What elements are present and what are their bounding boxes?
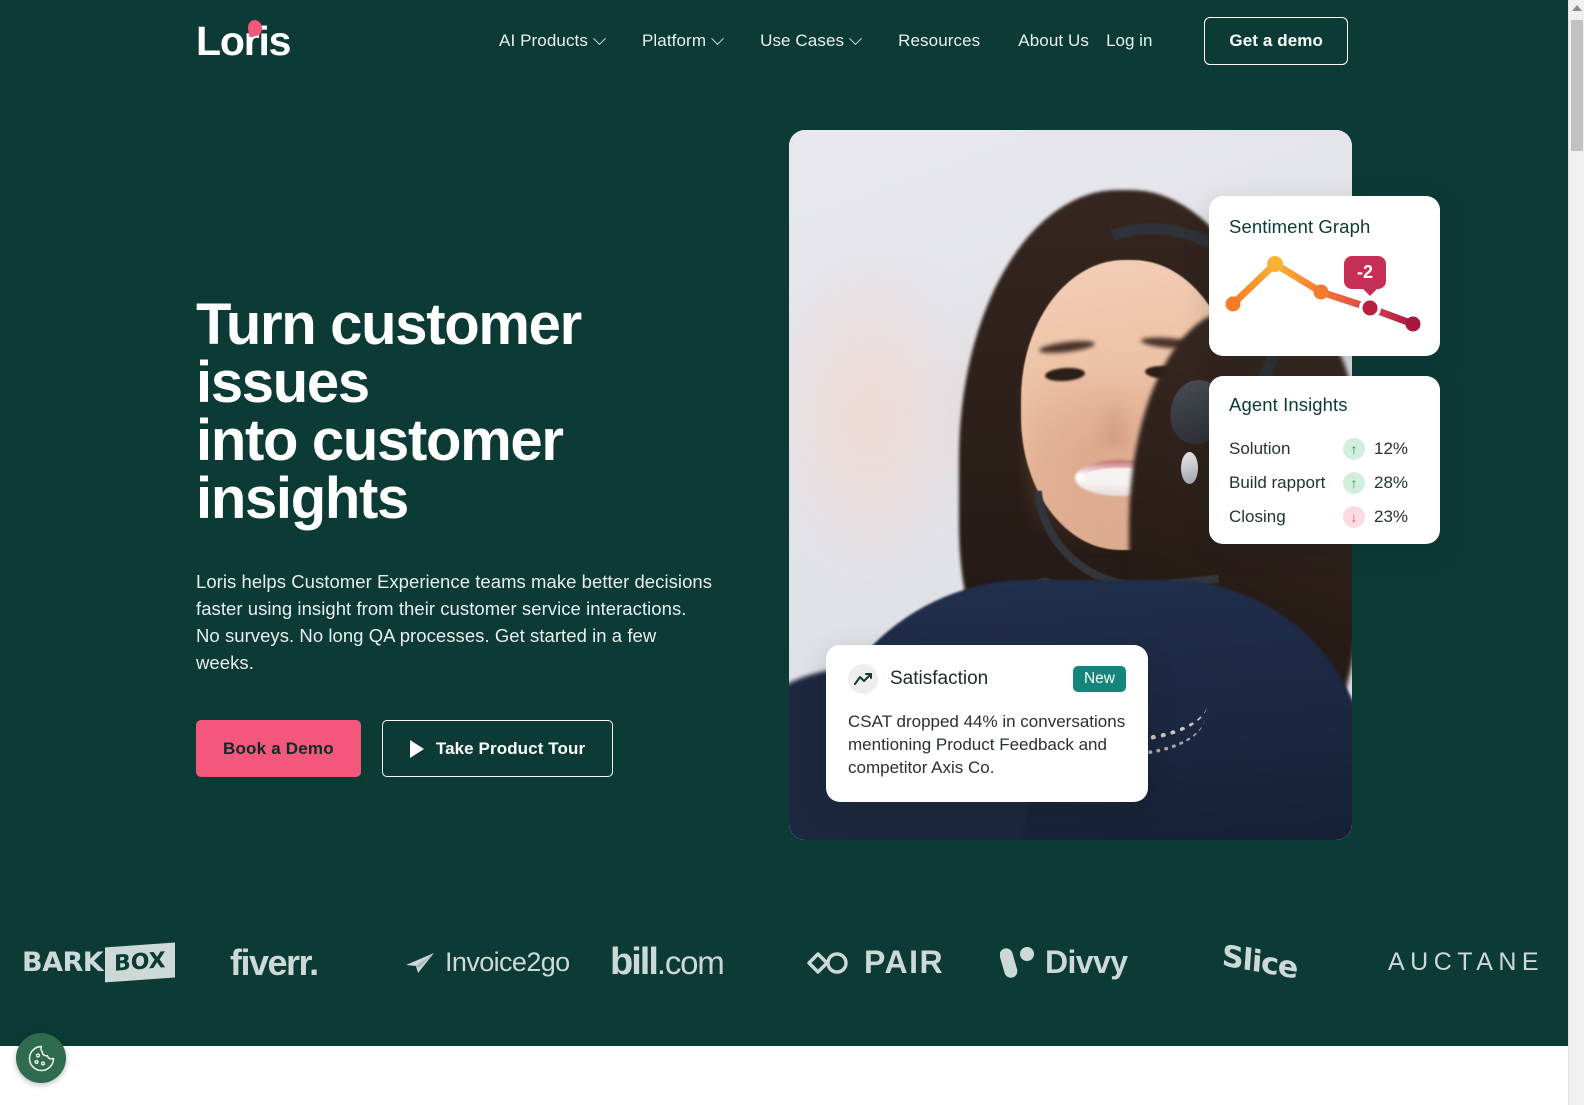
logo-billcom: bill .com bbox=[610, 915, 725, 1010]
satisfaction-card: Satisfaction New CSAT dropped 44% in con… bbox=[826, 645, 1148, 802]
customer-logo-strip: BARK BOX fiverr. Invoice2go bill .com PA… bbox=[0, 915, 1568, 1010]
nav-item-use-cases[interactable]: Use Cases bbox=[760, 31, 862, 51]
hero-title-line-1: Turn customer issues bbox=[196, 292, 582, 415]
logo-fiverr: fiverr. bbox=[230, 915, 319, 1010]
hero-section: Loris AI Products Platform Use Cases Res bbox=[0, 0, 1568, 1046]
sentiment-sparkline-chart bbox=[1225, 256, 1421, 332]
hero-subtitle-line-3: No surveys. No long QA processes. Get st… bbox=[196, 625, 657, 673]
chevron-down-icon bbox=[593, 31, 606, 45]
nav-item-about-us[interactable]: About Us bbox=[1018, 31, 1089, 51]
arrow-down-icon: ↓ bbox=[1343, 506, 1365, 528]
hero-title-line-3: insights bbox=[196, 466, 409, 531]
logo-auctane-text: AUCTANE bbox=[1388, 948, 1545, 976]
satisfaction-body: CSAT dropped 44% in conversations mentio… bbox=[848, 711, 1126, 780]
logo-invoice2go-text: Invoice2go bbox=[445, 947, 570, 977]
logo-slice: Slice bbox=[1220, 915, 1299, 1010]
infinity-icon bbox=[807, 951, 848, 974]
logo-auctane: AUCTANE bbox=[1388, 915, 1544, 1010]
cookie-icon bbox=[28, 1045, 54, 1071]
hero-title-line-2: into customer bbox=[196, 408, 564, 473]
insight-row: Build rapport ↑ 28% bbox=[1229, 466, 1420, 500]
logo-pair-text: PAIR bbox=[864, 944, 945, 980]
page-root: Loris AI Products Platform Use Cases Res bbox=[0, 0, 1584, 1105]
logo-billcom-bill: bill bbox=[610, 941, 659, 983]
nav-item-resources[interactable]: Resources bbox=[898, 31, 980, 51]
logo-invoice2go: Invoice2go bbox=[405, 915, 570, 1010]
scrollbar-thumb[interactable] bbox=[1571, 20, 1583, 151]
paper-plane-icon bbox=[406, 952, 434, 973]
hero-copy: Turn customer issues into customer insig… bbox=[196, 296, 756, 777]
hero-subtitle-line-2: faster using insight from their customer… bbox=[196, 598, 687, 619]
scroll-up-arrow-icon[interactable] bbox=[1572, 5, 1582, 11]
nav-item-label: About Us bbox=[1018, 31, 1090, 50]
navbar: Loris AI Products Platform Use Cases Res bbox=[0, 0, 1568, 82]
insight-value: 12% bbox=[1374, 439, 1409, 458]
satisfaction-body-line-3: competitor Axis Co. bbox=[848, 757, 995, 777]
get-a-demo-button[interactable]: Get a demo bbox=[1204, 17, 1348, 65]
login-link[interactable]: Log in bbox=[1106, 31, 1152, 51]
agent-insights-rows: Solution ↑ 12% Build rapport ↑ 28% Closi… bbox=[1229, 432, 1420, 534]
satisfaction-body-line-1: CSAT dropped 44% in conversations bbox=[848, 712, 1126, 731]
sentiment-card-title: Sentiment Graph bbox=[1229, 216, 1371, 237]
loris-logo[interactable]: Loris bbox=[196, 18, 291, 64]
logo-fiverr-text: fiverr. bbox=[230, 941, 319, 983]
book-a-demo-button[interactable]: Book a Demo bbox=[196, 720, 361, 777]
sentiment-graph-card: Sentiment Graph -2 bbox=[1209, 196, 1440, 356]
nav-actions: Log in Get a demo bbox=[1106, 0, 1348, 82]
play-icon bbox=[409, 739, 424, 758]
chevron-down-icon bbox=[849, 31, 862, 45]
nav-item-label: Platform bbox=[641, 31, 707, 50]
logo-billcom-com: .com bbox=[656, 943, 725, 981]
satisfaction-body-line-2: mentioning Product Feedback and bbox=[848, 734, 1107, 754]
take-product-tour-label: Take Product Tour bbox=[435, 738, 586, 758]
insight-value: 28% bbox=[1374, 473, 1409, 492]
nav-item-platform[interactable]: Platform bbox=[641, 31, 724, 51]
nav-item-ai-products[interactable]: AI Products bbox=[499, 31, 606, 51]
nav-item-label: Use Cases bbox=[760, 31, 845, 50]
arrow-up-icon: ↑ bbox=[1343, 472, 1365, 494]
insight-value: 23% bbox=[1374, 507, 1409, 526]
nav-item-label: AI Products bbox=[499, 31, 588, 50]
logo-divvy-text: Divvy bbox=[1045, 944, 1128, 980]
page-title: Turn customer issues into customer insig… bbox=[196, 296, 756, 528]
take-product-tour-button[interactable]: Take Product Tour bbox=[381, 720, 614, 777]
chevron-down-icon bbox=[711, 31, 724, 45]
logo-barkbox-box: BOX bbox=[105, 942, 175, 983]
insight-label: Build rapport bbox=[1229, 473, 1326, 492]
insight-row: Closing ↓ 23% bbox=[1229, 500, 1420, 534]
nav-item-label: Resources bbox=[898, 31, 981, 50]
status-badge: New bbox=[1072, 666, 1126, 692]
hero-cta-group: Book a Demo Take Product Tour bbox=[196, 720, 756, 777]
arrow-up-icon: ↑ bbox=[1343, 438, 1365, 460]
logo-slice-text: Slice bbox=[1220, 938, 1299, 987]
nav-links: AI Products Platform Use Cases Resources… bbox=[499, 0, 1089, 82]
logo-barkbox-text: BARK bbox=[22, 947, 104, 978]
cookie-settings-button[interactable] bbox=[16, 1033, 66, 1083]
agent-insights-title: Agent Insights bbox=[1229, 394, 1348, 415]
satisfaction-header: Satisfaction New bbox=[848, 664, 1126, 694]
satisfaction-title: Satisfaction bbox=[890, 668, 989, 689]
logo-wordmark: Loris bbox=[196, 18, 291, 64]
insight-row: Solution ↑ 12% bbox=[1229, 432, 1420, 466]
hero-subtitle-line-1: Loris helps Customer Experience teams ma… bbox=[196, 571, 713, 592]
logo-divvy: Divvy bbox=[1000, 915, 1128, 1010]
insight-label: Closing bbox=[1229, 507, 1286, 526]
trending-up-icon bbox=[848, 664, 878, 694]
logo-pair: PAIR bbox=[806, 915, 944, 1010]
sentiment-tooltip: -2 bbox=[1344, 256, 1387, 296]
hero-subtitle: Loris helps Customer Experience teams ma… bbox=[196, 568, 716, 676]
divvy-mark-icon bbox=[1000, 946, 1034, 978]
insight-label: Solution bbox=[1229, 439, 1291, 458]
logo-barkbox: BARK BOX bbox=[22, 915, 175, 1010]
agent-insights-card: Agent Insights Solution ↑ 12% Build rapp… bbox=[1209, 376, 1440, 544]
page-scrollbar[interactable] bbox=[1568, 0, 1584, 1105]
